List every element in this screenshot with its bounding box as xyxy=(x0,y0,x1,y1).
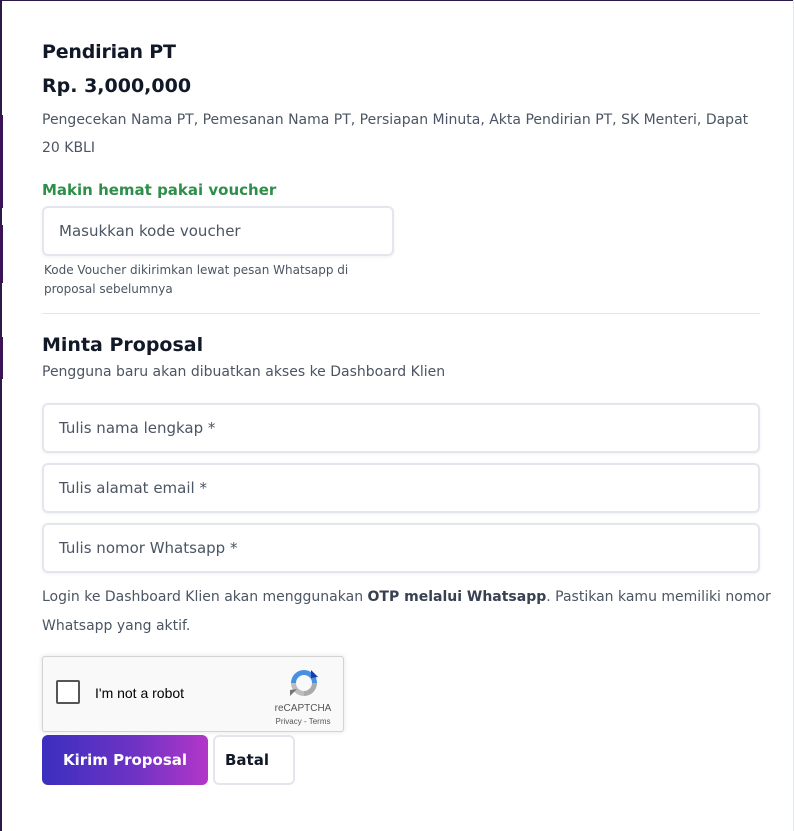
recaptcha-label: I'm not a robot xyxy=(95,685,185,701)
email-input[interactable] xyxy=(42,463,760,513)
backdrop-strip xyxy=(0,337,3,379)
product-description: Pengecekan Nama PT, Pemesanan Nama PT, P… xyxy=(42,112,749,156)
proposal-title: Minta Proposal xyxy=(42,334,204,356)
full-name-input[interactable] xyxy=(42,403,760,453)
recaptcha-widget: I'm not a robot reCAPTCHA Privacy - Term… xyxy=(42,656,344,732)
recaptcha-logo-icon xyxy=(290,670,318,696)
submit-proposal-button[interactable]: Kirim Proposal xyxy=(42,735,208,785)
voucher-label: Makin hemat pakai voucher xyxy=(42,181,277,199)
backdrop-strip xyxy=(0,225,3,283)
whatsapp-input[interactable] xyxy=(42,523,760,573)
recaptcha-terms-link[interactable]: Terms xyxy=(309,717,331,726)
cancel-button[interactable]: Batal xyxy=(213,735,295,785)
recaptcha-links: Privacy - Terms xyxy=(265,717,341,726)
modal-top-edge xyxy=(0,0,794,1)
product-price: Rp. 3,000,000 xyxy=(42,75,192,97)
otp-note-text: Login ke Dashboard Klien akan menggunaka… xyxy=(42,589,368,605)
backdrop-strip xyxy=(0,115,3,208)
proposal-subtitle: Pengguna baru akan dibuatkan akses ke Da… xyxy=(42,364,446,380)
recaptcha-privacy-link[interactable]: Privacy xyxy=(276,717,302,726)
recaptcha-checkbox[interactable] xyxy=(56,680,80,704)
section-divider xyxy=(42,313,760,314)
product-title: Pendirian PT xyxy=(42,41,176,63)
otp-note-bold: OTP melalui Whatsapp xyxy=(367,589,547,605)
recaptcha-brand: reCAPTCHA xyxy=(274,703,332,714)
recaptcha-link-separator: - xyxy=(301,717,309,726)
voucher-hint: Kode Voucher dikirimkan lewat pesan What… xyxy=(44,263,349,296)
voucher-input[interactable] xyxy=(42,206,394,256)
otp-note: Login ke Dashboard Klien akan menggunaka… xyxy=(42,583,772,641)
